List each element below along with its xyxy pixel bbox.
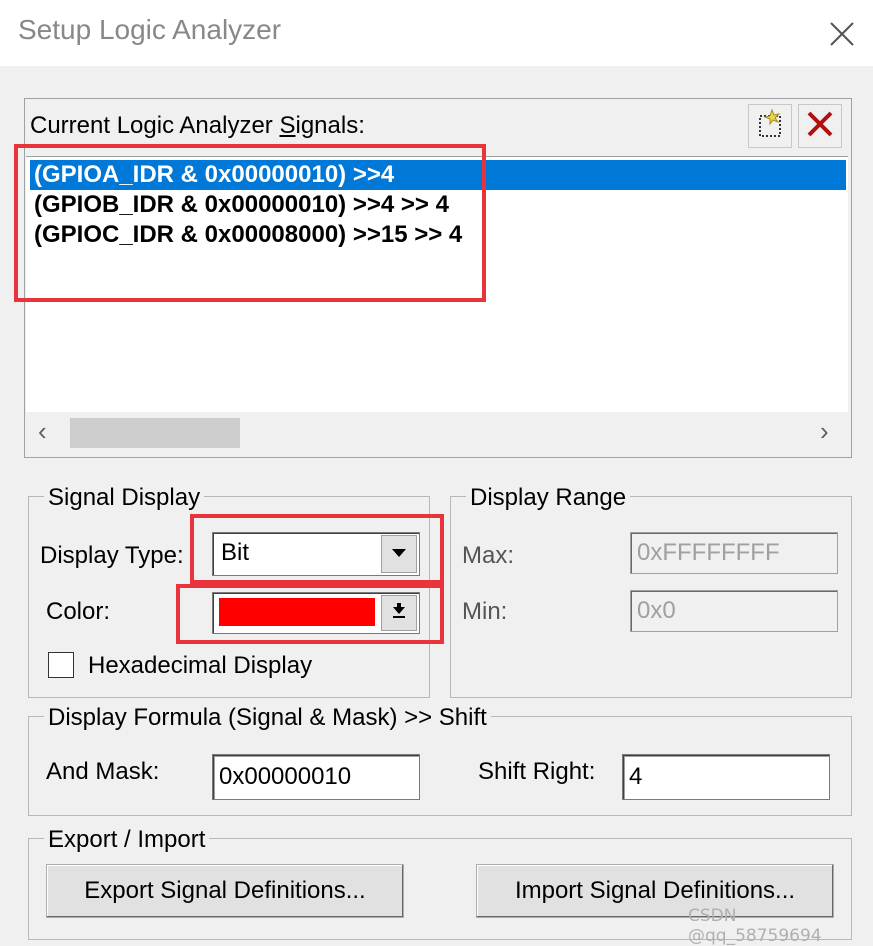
shift-right-value: 4 — [629, 763, 643, 790]
watermark: CSDN @qq_58759694 — [688, 906, 822, 946]
display-range-legend: Display Range — [466, 484, 631, 512]
and-mask-value: 0x00000010 — [219, 763, 352, 790]
scrollbar-thumb[interactable] — [70, 418, 240, 448]
window-title: Setup Logic Analyzer — [18, 14, 282, 45]
min-label: Min: — [462, 598, 508, 625]
and-mask-input[interactable]: 0x00000010 — [212, 754, 420, 800]
min-field: 0x0 — [630, 590, 838, 632]
shift-right-input[interactable]: 4 — [622, 754, 830, 800]
and-mask-label: And Mask: — [46, 758, 160, 785]
display-formula-legend: Display Formula (Signal & Mask) >> Shift — [44, 704, 491, 732]
max-value: 0xFFFFFFFF — [637, 539, 780, 566]
annotation-box-display-type — [190, 514, 444, 584]
shift-right-label: Shift Right: — [478, 758, 596, 785]
title-bar: Setup Logic Analyzer — [0, 0, 873, 66]
max-field: 0xFFFFFFFF — [630, 532, 838, 574]
new-signal-icon — [754, 108, 786, 145]
max-label: Max: — [462, 542, 515, 569]
signals-label: Current Logic Analyzer Signals: — [30, 112, 365, 139]
display-type-label: Display Type: — [40, 542, 184, 569]
delete-signal-icon — [804, 108, 836, 145]
horizontal-scrollbar[interactable]: ‹ › — [26, 412, 848, 454]
hexadecimal-display-label: Hexadecimal Display — [88, 652, 313, 679]
delete-signal-button[interactable] — [798, 104, 842, 148]
scroll-left-icon[interactable]: ‹ — [38, 416, 47, 447]
export-signal-definitions-button[interactable]: Export Signal Definitions... — [46, 864, 404, 918]
close-icon[interactable] — [826, 18, 858, 50]
new-signal-button[interactable] — [748, 104, 792, 148]
export-import-legend: Export / Import — [44, 826, 210, 854]
annotation-box-color — [176, 584, 444, 644]
scroll-right-icon[interactable]: › — [820, 416, 829, 447]
min-value: 0x0 — [637, 597, 676, 624]
color-label: Color: — [46, 598, 111, 625]
signal-display-legend: Signal Display — [44, 484, 205, 512]
hexadecimal-display-checkbox[interactable] — [48, 652, 74, 678]
annotation-box-signals — [14, 144, 486, 302]
